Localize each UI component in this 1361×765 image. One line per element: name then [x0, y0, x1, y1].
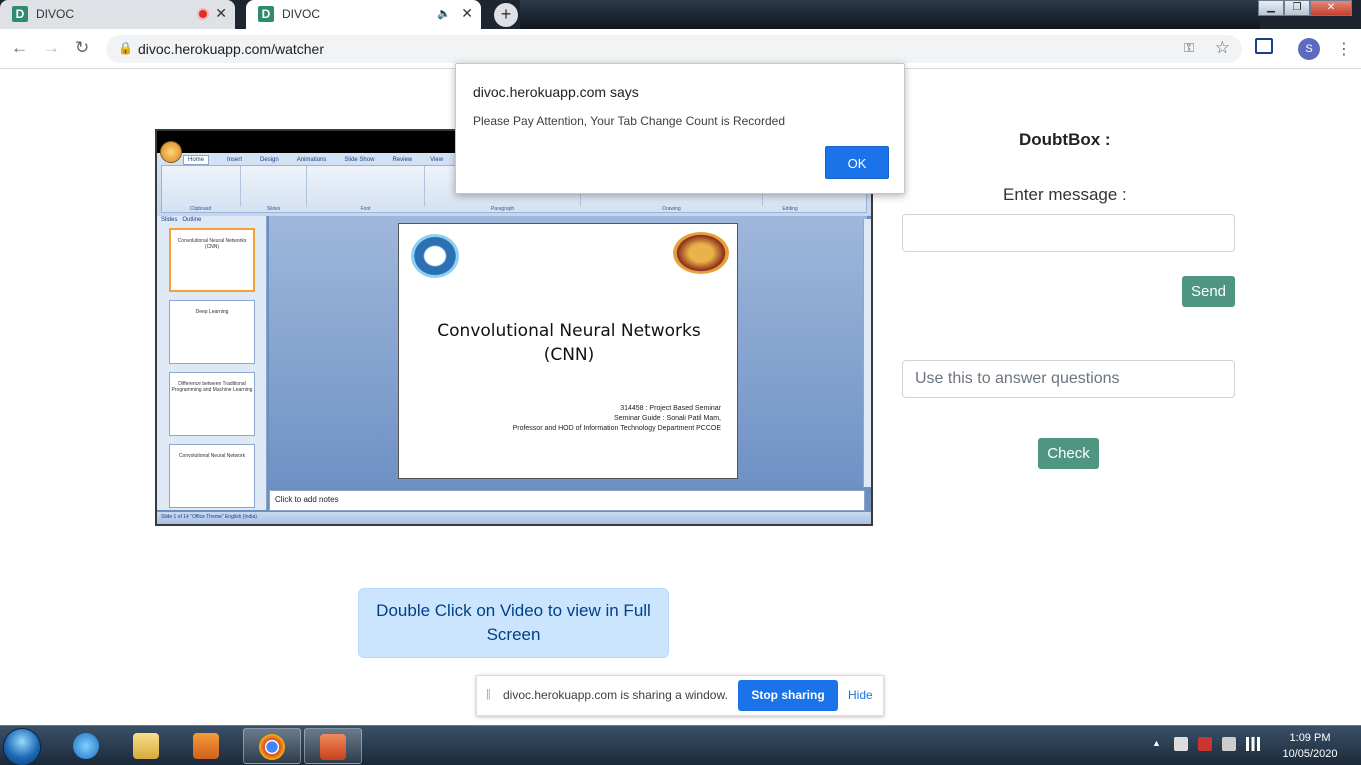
device-icon[interactable] — [1222, 737, 1236, 751]
share-message: divoc.herokuapp.com is sharing a window. — [503, 688, 728, 702]
slide-info: 314458 : Project Based Seminar Seminar G… — [513, 404, 721, 434]
ppt-group-label: Drawing — [662, 206, 681, 212]
enter-message-label: Enter message : — [1003, 185, 1127, 204]
show-hidden-icons[interactable]: ▲ — [1152, 738, 1161, 748]
slide-info-line: Seminar Guide : Sonali Patil Mam, — [614, 415, 721, 422]
ppt-thumbnail: Convolutional Neural Networks (CNN) — [169, 228, 255, 292]
ppt-scrollbar — [863, 219, 871, 487]
office-button-icon — [160, 141, 182, 163]
ppt-thumbnail: Deep Learning — [169, 300, 255, 364]
profile-avatar[interactable]: S — [1298, 38, 1320, 60]
cast-extension-icon[interactable] — [1255, 38, 1273, 54]
url-text[interactable]: divoc.herokuapp.com/watcher — [138, 41, 324, 57]
ppt-statusbar: Slide 1 of 14 "Office Theme" English (In… — [157, 512, 871, 524]
ppt-thumbnail: Difference between Traditional Programmi… — [169, 372, 255, 436]
slide-info-line: 314458 : Project Based Seminar — [620, 405, 721, 412]
ppt-notes: Click to add notes — [269, 490, 865, 511]
file-explorer-icon[interactable] — [118, 728, 176, 764]
new-tab-button[interactable]: + — [494, 3, 518, 27]
internet-explorer-icon[interactable] — [58, 728, 116, 764]
network-icon[interactable] — [1246, 737, 1260, 751]
message-input[interactable] — [902, 214, 1235, 252]
close-window-button[interactable]: ✕ — [1310, 0, 1352, 16]
ppt-panel-tab: Slides — [161, 217, 178, 223]
alert-message: Please Pay Attention, Your Tab Change Co… — [473, 114, 785, 128]
ppt-group: Clipboard — [161, 166, 241, 212]
maximize-button[interactable]: ❐ — [1284, 0, 1310, 16]
alert-ok-button[interactable]: OK — [825, 146, 889, 179]
slide-info-line: Professor and HOD of Information Technol… — [512, 425, 721, 432]
slide-title: Convolutional Neural Networks (CNN) — [399, 319, 739, 367]
ppt-group: Slides — [241, 166, 307, 212]
ppt-panel-tabs: Slides Outline — [161, 217, 201, 223]
doubtbox-title: DoubtBox : — [1019, 130, 1111, 149]
recording-icon — [197, 8, 209, 20]
slide-title-line: Convolutional Neural Networks — [437, 321, 701, 341]
ppt-thumbnail: Convolutional Neural Network — [169, 444, 255, 508]
back-icon[interactable]: ← — [11, 38, 28, 58]
tab-title: DIVOC — [36, 7, 75, 21]
alert-heading: divoc.herokuapp.com says — [473, 84, 639, 100]
close-tab-icon[interactable]: ✕ — [461, 5, 473, 22]
clock-date: 10/05/2020 — [1282, 748, 1338, 760]
ppt-ribbon-tabs: Home Insert Design Animations Slide Show Revi… — [183, 155, 461, 165]
ppt-group-label: Slides — [266, 206, 281, 212]
powerpoint-icon[interactable] — [304, 728, 362, 764]
ppt-tab: Slide Show — [344, 157, 375, 163]
address-bar[interactable]: 🔒 divoc.herokuapp.com/watcher ⚿ ☆ — [106, 35, 1242, 63]
ppt-tab: Review — [392, 157, 413, 163]
bookmark-star-icon[interactable]: ☆ — [1215, 38, 1230, 58]
drag-handle-icon[interactable]: || — [486, 688, 491, 700]
check-button[interactable]: Check — [1038, 438, 1099, 469]
ppt-slides-panel: Slides Outline Convolutional Neural Netw… — [157, 216, 267, 510]
ppt-group: Font — [307, 166, 425, 212]
ppt-slide: Convolutional Neural Networks (CNN) 3144… — [398, 223, 738, 479]
ppt-tab: View — [430, 157, 444, 163]
start-button[interactable] — [3, 728, 41, 765]
reload-icon[interactable]: ↻ — [75, 38, 89, 58]
ppt-tab: Home — [183, 155, 210, 165]
ppt-group-label: Clipboard — [189, 206, 212, 212]
window-background — [520, 0, 1260, 29]
key-icon[interactable]: ⚿ — [1184, 40, 1194, 56]
action-center-icon[interactable] — [1198, 737, 1212, 751]
screen-share-bar: || divoc.herokuapp.com is sharing a wind… — [476, 675, 884, 716]
tab-title: DIVOC — [282, 7, 321, 21]
chrome-icon[interactable] — [243, 728, 301, 764]
favicon-icon: D — [12, 6, 28, 22]
forward-icon[interactable]: → — [43, 38, 60, 58]
lock-icon[interactable]: 🔒 — [118, 41, 133, 55]
tab-strip: D DIVOC ✕ D DIVOC 🔈 ✕ + ▁ ❐ ✕ — [0, 0, 1361, 29]
ppt-panel-tab: Outline — [182, 217, 202, 223]
pccoe-logo — [411, 234, 459, 278]
tab-divoc-1[interactable]: D DIVOC ✕ — [0, 0, 235, 29]
clock-time: 1:09 PM — [1289, 732, 1331, 744]
ppt-group-label: Font — [360, 206, 371, 212]
minimize-button[interactable]: ▁ — [1258, 0, 1284, 16]
screen: D DIVOC ✕ D DIVOC 🔈 ✕ + ▁ ❐ ✕ ← → ↻ 🔒 di… — [0, 0, 1361, 765]
stop-sharing-button[interactable]: Stop sharing — [738, 680, 838, 711]
menu-icon[interactable]: ⋮ — [1336, 39, 1352, 59]
volume-icon[interactable] — [1174, 737, 1188, 751]
ppt-tab: Animations — [296, 157, 327, 163]
hide-link[interactable]: Hide — [848, 688, 873, 702]
fullscreen-hint: Double Click on Video to view in Full Sc… — [358, 588, 669, 658]
tab-divoc-2[interactable]: D DIVOC 🔈 ✕ — [246, 0, 481, 29]
close-tab-icon[interactable]: ✕ — [215, 5, 227, 22]
alert-dialog: divoc.herokuapp.com says Please Pay Atte… — [455, 63, 905, 194]
answer-input[interactable] — [902, 360, 1235, 398]
media-player-icon[interactable] — [178, 728, 236, 764]
ppt-tab: Design — [260, 157, 279, 163]
ppt-tab: Insert — [227, 157, 243, 163]
ppt-group-label: Editing — [782, 206, 798, 212]
clock[interactable]: 1:09 PM 10/05/2020 — [1275, 730, 1345, 762]
university-logo — [673, 232, 729, 274]
ppt-group-label: Paragraph — [490, 206, 515, 212]
send-button[interactable]: Send — [1182, 276, 1235, 307]
favicon-icon: D — [258, 6, 274, 22]
slide-title-line: (CNN) — [543, 345, 595, 365]
speaker-icon[interactable]: 🔈 — [437, 7, 451, 20]
ppt-slide-area: Convolutional Neural Networks (CNN) 3144… — [269, 216, 867, 488]
